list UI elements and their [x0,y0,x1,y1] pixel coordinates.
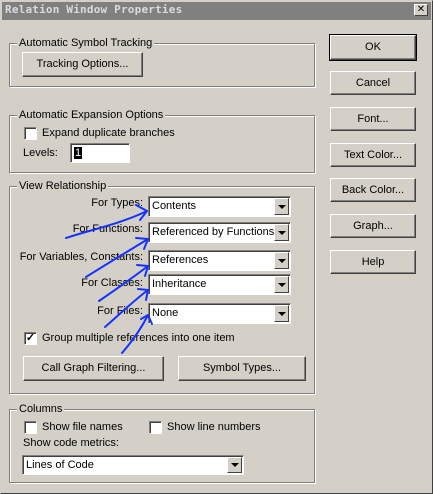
font-button[interactable]: Font... [330,107,416,131]
symbol-tracking-group-label: Automatic Symbol Tracking [17,37,155,50]
tracking-options-button[interactable]: Tracking Options... [22,52,143,77]
for-classes-label: For Classes: [81,277,143,289]
chevron-down-icon[interactable] [274,198,289,215]
levels-label: Levels: [23,147,58,159]
for-classes-value: Inheritance [152,278,207,290]
group-refs-label: Group multiple references into one item [42,332,235,344]
symbol-types-button[interactable]: Symbol Types... [178,356,306,381]
expansion-options-group-label: Automatic Expansion Options [17,109,166,122]
for-variables-label: For Variables, Constants: [19,251,143,263]
expand-duplicates-checkbox[interactable] [24,127,37,140]
chevron-down-icon[interactable] [274,276,289,293]
for-functions-select[interactable]: Referenced by Functions [148,222,291,243]
back-color-button[interactable]: Back Color... [330,178,416,202]
levels-input[interactable]: 1 [70,143,130,163]
for-types-label: For Types: [91,197,143,209]
for-files-select[interactable]: None [148,303,291,324]
for-types-value: Contents [152,200,197,212]
cancel-button[interactable]: Cancel [330,71,416,95]
expansion-options-group [9,115,315,173]
chevron-down-icon[interactable] [274,305,289,322]
view-relationship-group-label: View Relationship [17,180,109,193]
for-files-label: For Files: [97,305,143,317]
for-variables-select[interactable]: References [148,250,291,271]
close-icon[interactable]: ✕ [414,4,428,16]
show-line-numbers-label: Show line numbers [167,421,261,433]
show-file-names-checkbox[interactable] [24,421,37,434]
title-bar: Relation Window Properties ✕ [2,2,431,20]
levels-value: 1 [74,147,83,159]
help-button[interactable]: Help [330,250,416,274]
show-code-metrics-label: Show code metrics: [23,437,119,449]
chevron-down-icon[interactable] [274,252,289,269]
for-functions-label: For Functions: [72,223,143,235]
for-classes-select[interactable]: Inheritance [148,274,291,295]
code-metrics-select[interactable]: Lines of Code [22,455,244,475]
chevron-down-icon[interactable] [274,224,289,241]
chevron-down-icon[interactable] [227,457,242,473]
columns-group-label: Columns [17,403,65,416]
show-file-names-label: Show file names [42,421,123,433]
group-refs-checkbox[interactable]: ✓ [24,332,37,345]
expand-duplicates-label: Expand duplicate branches [42,127,175,139]
ok-button[interactable]: OK [329,34,417,61]
graph-button[interactable]: Graph... [330,214,416,238]
call-graph-filtering-button[interactable]: Call Graph Filtering... [23,356,164,381]
for-functions-value: Referenced by Functions [152,226,275,238]
code-metrics-value: Lines of Code [26,459,94,471]
for-files-value: None [152,307,179,319]
text-color-button[interactable]: Text Color... [330,143,416,167]
for-variables-value: References [152,254,209,266]
window-title: Relation Window Properties [5,3,183,16]
show-line-numbers-checkbox[interactable] [149,421,162,434]
for-types-select[interactable]: Contents [148,196,291,217]
